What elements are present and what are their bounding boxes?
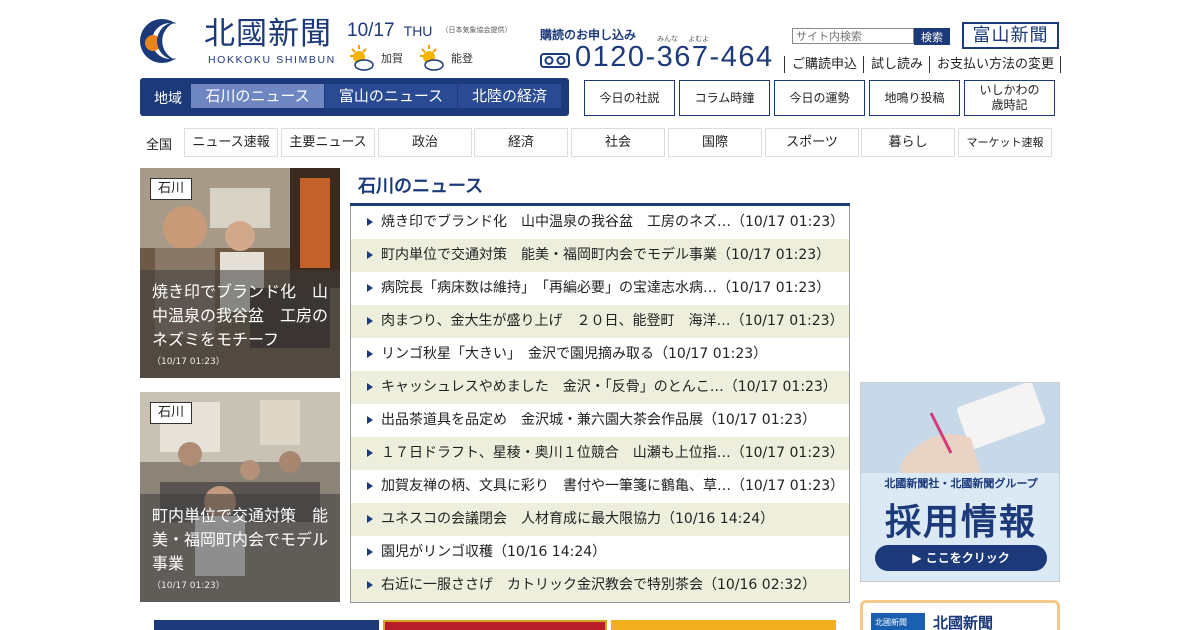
recruit-banner[interactable]: 北國新聞社・北國新聞グループ 採用情報 ▶ ここをクリック <box>860 382 1060 582</box>
logo-subtitle: HOKKOKU SHIMBUN <box>208 54 336 66</box>
news-item[interactable]: 肉まつり、金大生が盛り上げ ２０日、能登町 海洋…（10/17 01:23） <box>351 305 849 338</box>
link-payment-change[interactable]: お支払い方法の変更 <box>929 56 1062 73</box>
weather-noto[interactable]: 能登 <box>417 44 473 72</box>
logo-mark-icon <box>140 19 188 63</box>
sun-cloud-icon <box>420 45 444 71</box>
photo-time: （10/17 01:23） <box>152 357 225 367</box>
hokkoku-logo[interactable]: 北國新聞 HOKKOKU SHIMBUN <box>140 14 340 68</box>
bottom-banner-3[interactable] <box>611 620 836 630</box>
top-links: ご購読申込 試し読み お支払い方法の変更 <box>784 56 1062 73</box>
newspaper-name: 北國新聞 <box>933 614 994 630</box>
photo-caption: 町内単位で交通対策 能美・福岡町内会でモデル事業 （10/17 01:23） <box>140 494 340 602</box>
tab-hokuriku-economy[interactable]: 北陸の経済 <box>458 84 561 108</box>
news-item[interactable]: 焼き印でブランド化 山中温泉の我谷盆 工房のネズ…（10/17 01:23） <box>351 206 849 239</box>
news-item[interactable]: 園児がリンゴ収穫（10/16 14:24） <box>351 536 849 569</box>
category-economy[interactable]: 経済 <box>474 128 568 157</box>
recruit-title: 採用情報 <box>884 502 1037 543</box>
link-trial[interactable]: 試し読み <box>863 56 929 73</box>
weather-source[interactable]: （日本気象協会提供） <box>442 26 512 34</box>
site-search: 検索 <box>792 28 950 45</box>
horoscope-button[interactable]: 今日の運勢 <box>774 80 865 116</box>
bottom-banner-1[interactable] <box>154 620 379 630</box>
category-top-news[interactable]: 主要ニュース <box>281 128 375 157</box>
newspaper-box[interactable]: 北國新聞 北國新聞 <box>860 600 1060 630</box>
region-tag: 石川 <box>150 178 192 200</box>
weekday: THU <box>403 23 433 39</box>
editorial-button[interactable]: 今日の社説 <box>584 80 675 116</box>
recruit-click-button[interactable]: ▶ ここをクリック <box>875 545 1047 571</box>
logo-title: 北國新聞 <box>204 16 332 52</box>
reader-posts-button[interactable]: 地鳴り投稿 <box>869 80 960 116</box>
link-subscribe[interactable]: ご購読申込 <box>784 56 863 73</box>
weather-area-kaga: 加賀 <box>381 52 403 65</box>
phone-number[interactable]: 0120-367-464 <box>575 41 774 74</box>
category-society[interactable]: 社会 <box>571 128 665 157</box>
news-item[interactable]: キャッシュレスやめました 金沢・「反骨」のとんこ…（10/17 01:23） <box>351 371 849 404</box>
photo-card[interactable]: 石川 町内単位で交通対策 能美・福岡町内会でモデル事業 （10/17 01:23… <box>140 392 340 602</box>
photo-time: （10/17 01:23） <box>152 581 225 591</box>
news-item[interactable]: リンゴ秋星「大きい」 金沢で園児摘み取る（10/17 01:23） <box>351 338 849 371</box>
photo-title: 焼き印でブランド化 山中温泉の我谷盆 工房のネズミをモチーフ <box>152 282 329 349</box>
category-breaking-news[interactable]: ニュース速報 <box>184 128 278 157</box>
date: 10/17 <box>347 20 395 41</box>
news-section-heading: 石川のニュース <box>358 176 484 197</box>
search-input[interactable] <box>792 28 914 44</box>
category-national[interactable]: 全国 <box>146 134 172 153</box>
news-item[interactable]: 町内単位で交通対策 能美・福岡町内会でモデル事業（10/17 01:23） <box>351 239 849 272</box>
region-label: 地域 <box>154 91 182 107</box>
news-item[interactable]: 出品茶道具を品定め 金沢城・兼六園大茶会作品展（10/17 01:23） <box>351 404 849 437</box>
news-list: 焼き印でブランド化 山中温泉の我谷盆 工房のネズ…（10/17 01:23） 町… <box>350 206 850 603</box>
tab-ishikawa-news[interactable]: 石川のニュース <box>191 84 324 108</box>
seasonal-calendar-button[interactable]: いしかわの 歳時記 <box>964 80 1055 116</box>
toyama-shimbun-link[interactable]: 富山新聞 <box>962 22 1059 49</box>
photo-card[interactable]: 石川 焼き印でブランド化 山中温泉の我谷盆 工房のネズミをモチーフ （10/17… <box>140 168 340 378</box>
news-item[interactable]: １７日ドラフト、星稜・奥川１位競合 山瀬も上位指…（10/17 01:23） <box>351 437 849 470</box>
recruit-company: 北國新聞社・北國新聞グループ <box>884 477 1038 490</box>
news-item[interactable]: ユネスコの会議閉会 人材育成に最大限協力（10/16 14:24） <box>351 503 849 536</box>
news-item[interactable]: 右近に一服ささげ カトリック金沢教会で特別茶会（10/16 02:32） <box>351 569 849 602</box>
tab-toyama-news[interactable]: 富山のニュース <box>325 84 457 108</box>
weather-area-noto: 能登 <box>451 52 473 65</box>
photo-caption: 焼き印でブランド化 山中温泉の我谷盆 工房のネズミをモチーフ （10/17 01… <box>140 270 340 378</box>
category-politics[interactable]: 政治 <box>378 128 472 157</box>
newspaper-thumbnail: 北國新聞 <box>871 613 925 630</box>
column-jisho-button[interactable]: コラム時鐘 <box>679 80 770 116</box>
category-international[interactable]: 国際 <box>668 128 762 157</box>
search-button[interactable]: 検索 <box>914 28 950 45</box>
photo-title: 町内単位で交通対策 能美・福岡町内会でモデル事業 <box>152 506 329 573</box>
recruit-photo <box>861 383 1059 473</box>
category-lifestyle[interactable]: 暮らし <box>861 128 955 157</box>
date-display: 10/17 THU （日本気象協会提供） <box>347 20 512 42</box>
news-item[interactable]: 加賀友禅の柄、文具に彩り 書付や一筆箋に鶴亀、草…（10/17 01:23） <box>351 470 849 503</box>
sun-cloud-icon <box>350 45 374 71</box>
weather-kaga[interactable]: 加賀 <box>347 44 403 72</box>
category-market-news[interactable]: マーケット速報 <box>958 128 1052 157</box>
bottom-banner-2[interactable] <box>383 620 607 630</box>
region-tag: 石川 <box>150 402 192 424</box>
category-sports[interactable]: スポーツ <box>765 128 859 157</box>
news-item[interactable]: 病院長「病床数は維持」 「再編必要」の宝達志水病…（10/17 01:23） <box>351 272 849 305</box>
freedial-icon <box>540 48 570 72</box>
region-nav: 地域 石川のニュース 富山のニュース 北陸の経済 <box>140 78 569 116</box>
